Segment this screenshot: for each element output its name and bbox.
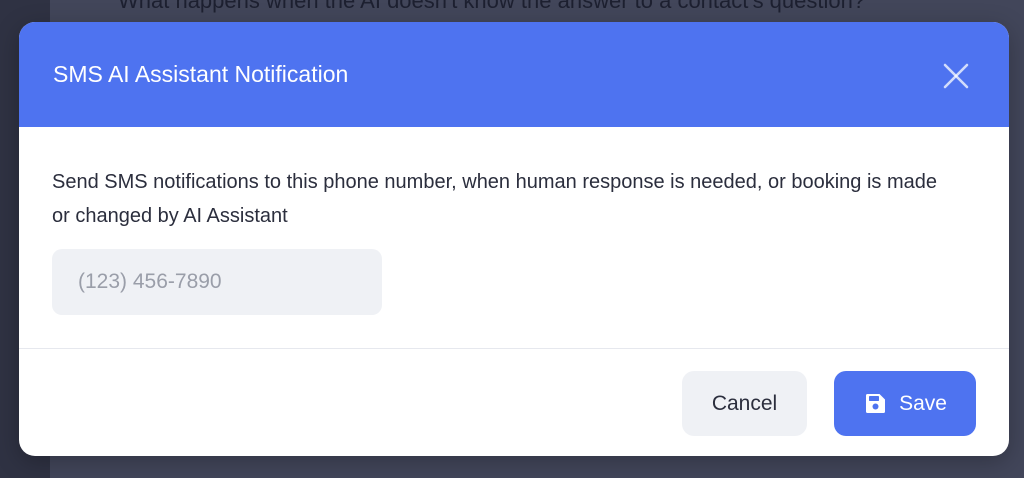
save-icon (863, 392, 887, 416)
dialog-title: SMS AI Assistant Notification (53, 61, 349, 87)
close-icon[interactable] (940, 60, 972, 92)
dialog-description: Send SMS notifications to this phone num… (52, 171, 937, 227)
background-question-text: What happens when the AI doesn't know th… (118, 0, 866, 13)
save-button-label: Save (899, 391, 947, 415)
dialog-header: SMS AI Assistant Notification (19, 22, 1009, 127)
phone-number-input[interactable] (52, 249, 382, 315)
cancel-button-label: Cancel (711, 391, 778, 415)
save-button[interactable]: Save (834, 371, 976, 436)
cancel-button[interactable]: Cancel (682, 371, 807, 436)
dialog-body: Send SMS notifications to this phone num… (19, 127, 1009, 349)
dialog-footer: Cancel Save (19, 349, 1009, 456)
sms-notification-dialog: SMS AI Assistant Notification Send SMS n… (19, 22, 1009, 456)
